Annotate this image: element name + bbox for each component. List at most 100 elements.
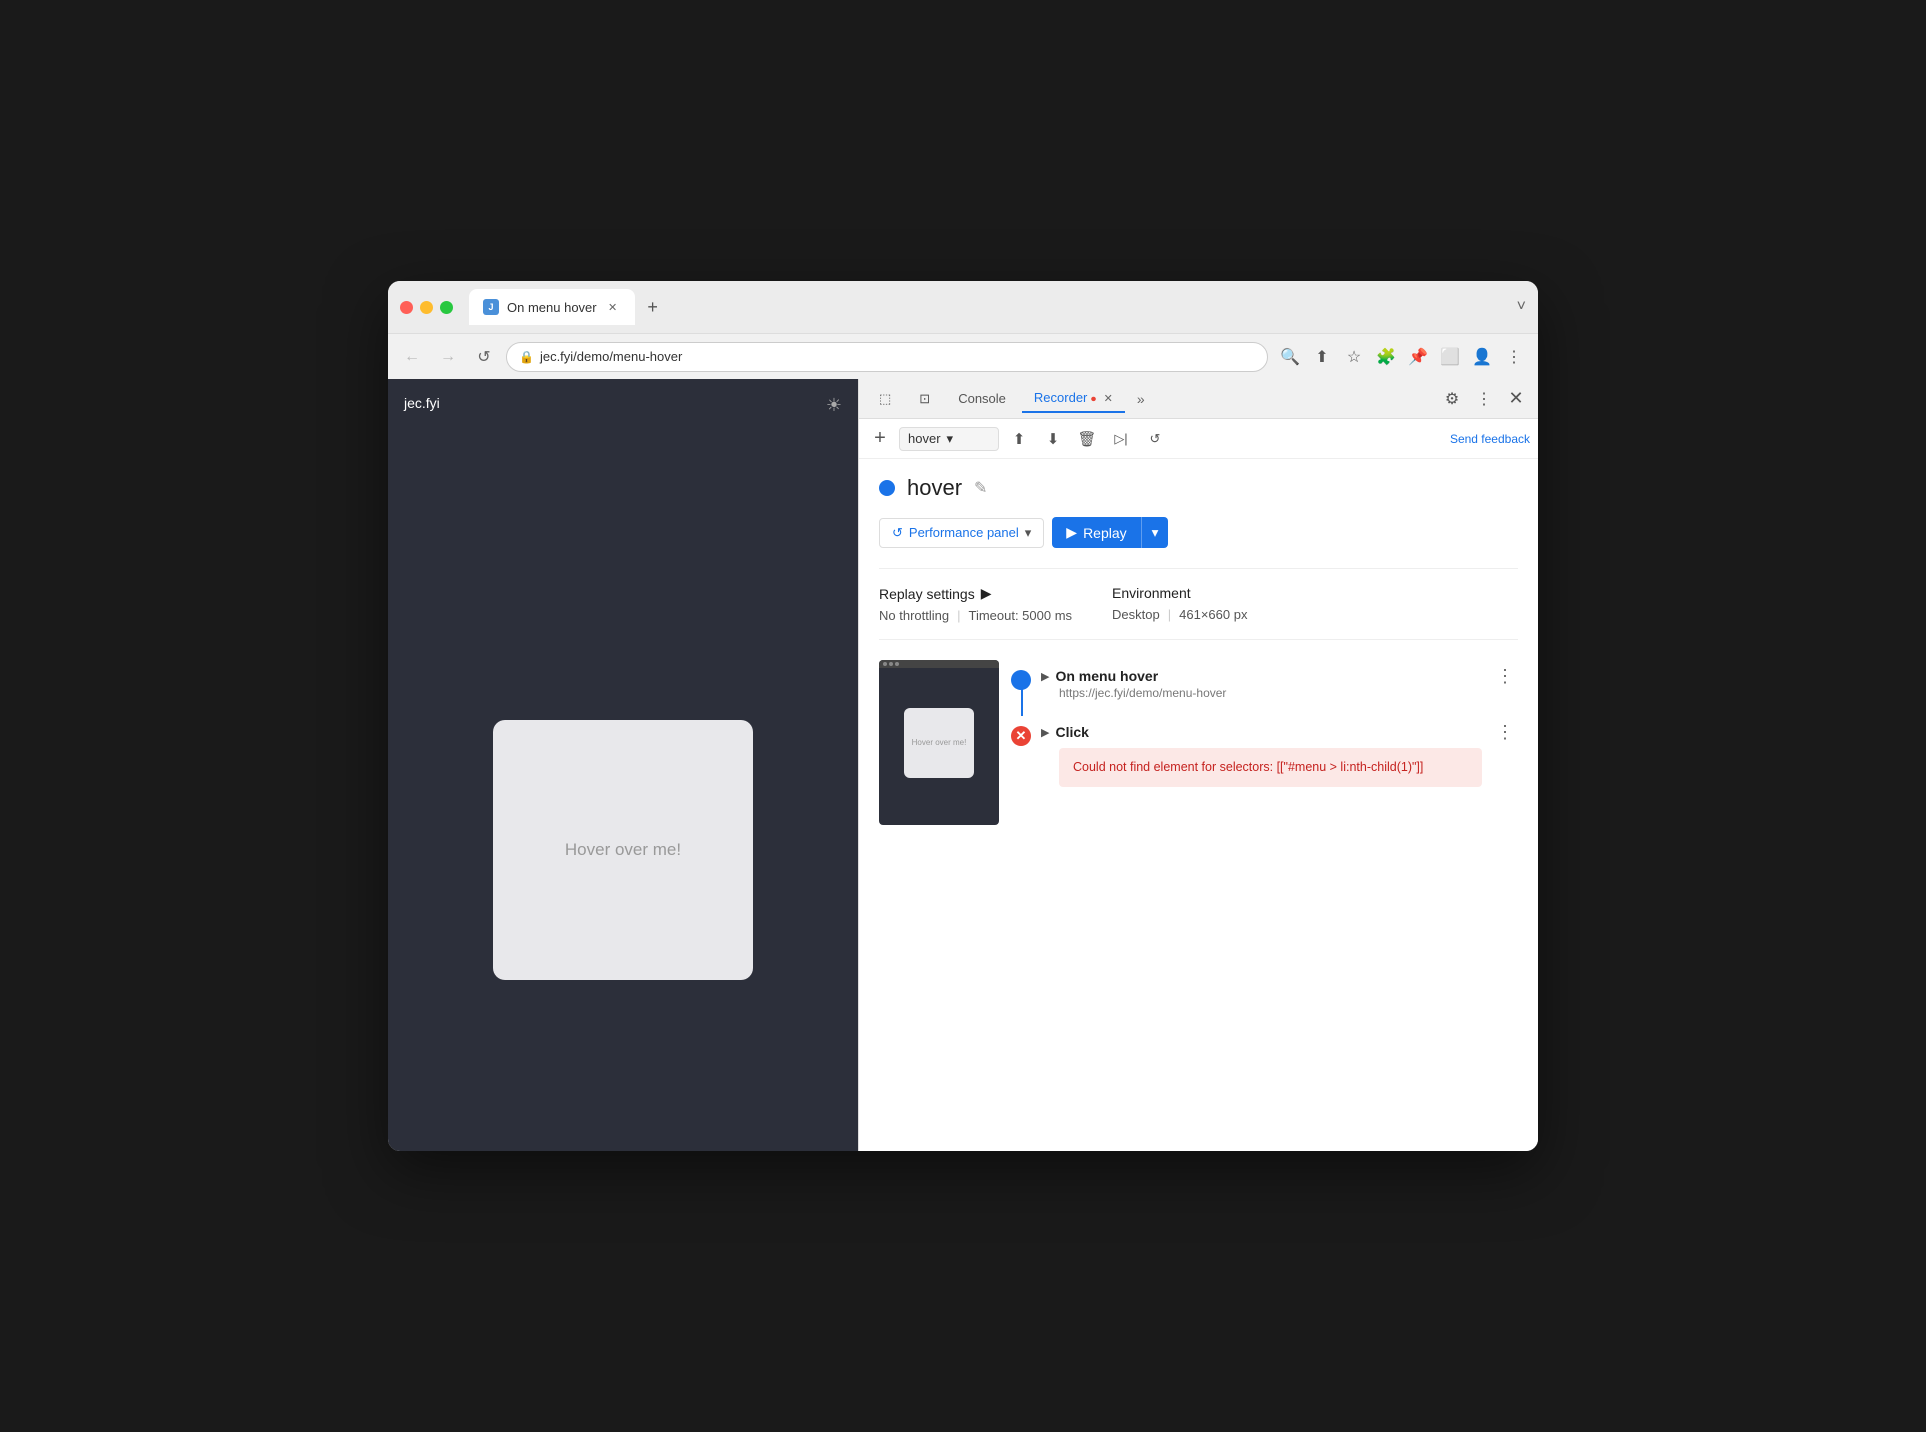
bookmark-icon[interactable]: ☆ — [1340, 343, 1368, 371]
devtools-settings-button[interactable]: ⚙ — [1438, 385, 1466, 413]
add-recording-button[interactable]: + — [867, 426, 893, 452]
step-title-click: Click — [1055, 724, 1088, 740]
recording-title: hover — [907, 475, 962, 501]
env-divider: | — [1168, 607, 1171, 622]
devtools-close-button[interactable]: ✕ — [1502, 385, 1530, 413]
minimize-traffic-light[interactable] — [420, 301, 433, 314]
step-error-box: Could not find element for selectors: [[… — [1059, 748, 1482, 787]
step-expand-arrow-click[interactable]: ▶ — [1041, 726, 1049, 739]
replay-play-icon: ▶ — [1066, 524, 1077, 541]
tab-close-button[interactable]: ✕ — [605, 299, 621, 315]
preview-dot-3 — [895, 662, 899, 666]
perf-dropdown-arrow: ▾ — [1025, 525, 1032, 541]
recording-header: hover ✎ — [879, 475, 1518, 501]
devtools-more-tabs[interactable]: » — [1129, 387, 1153, 411]
browser-window: J On menu hover ✕ + ˅ ← → ↺ 🔒 jec.fyi/de… — [388, 281, 1538, 1151]
step-info-navigate: ▶ On menu hover https://jec.fyi/demo/men… — [1041, 668, 1482, 700]
throttling-value: No throttling — [879, 608, 949, 623]
replay-settings-arrow: ▶ — [981, 585, 992, 602]
replay-settings-values: No throttling | Timeout: 5000 ms — [879, 608, 1072, 623]
hover-box-text: Hover over me! — [565, 840, 681, 860]
step-preview: Hover over me! — [879, 660, 999, 825]
replay-all-button[interactable]: ↺ — [1141, 425, 1169, 453]
address-field[interactable]: 🔒 jec.fyi/demo/menu-hover — [506, 342, 1268, 372]
close-traffic-light[interactable] — [400, 301, 413, 314]
step-subtitle-navigate: https://jec.fyi/demo/menu-hover — [1059, 686, 1482, 700]
recorder-content: hover ✎ ↺ Performance panel ▾ ▶ Replay — [859, 459, 1538, 1151]
download-recording-button[interactable]: ⬇ — [1039, 425, 1067, 453]
back-button[interactable]: ← — [398, 343, 426, 371]
recorder-close-icon[interactable]: ✕ — [1104, 393, 1113, 405]
resolution-value: 461×660 px — [1179, 607, 1247, 622]
hover-box[interactable]: Hover over me! — [493, 720, 753, 980]
send-feedback-link[interactable]: Send feedback — [1450, 432, 1530, 446]
more-icon[interactable]: ⋮ — [1500, 343, 1528, 371]
edit-title-icon[interactable]: ✎ — [974, 478, 987, 498]
browser-toolbar-icons: 🔍 ⬆ ☆ 🧩 📌 ⬜ 👤 ⋮ — [1276, 343, 1528, 371]
perf-label: Performance panel — [909, 525, 1019, 540]
devtools-element-picker[interactable]: ⬚ — [867, 385, 903, 413]
step-title-navigate: On menu hover — [1055, 668, 1158, 684]
dropdown-arrow-icon: ▾ — [947, 431, 954, 447]
devtools-responsive-icon[interactable]: ⊡ — [907, 385, 942, 413]
step-indicator-navigate — [1011, 670, 1031, 690]
tab-console[interactable]: Console — [946, 385, 1018, 412]
replay-settings-label[interactable]: Replay settings ▶ — [879, 585, 1072, 602]
performance-panel-button[interactable]: ↺ Performance panel ▾ — [879, 518, 1044, 548]
step-connector — [1021, 688, 1023, 716]
pin-icon[interactable]: 📌 — [1404, 343, 1432, 371]
extensions-icon[interactable]: 🧩 — [1372, 343, 1400, 371]
address-bar-row: ← → ↺ 🔒 jec.fyi/demo/menu-hover 🔍 ⬆ ☆ 🧩 … — [388, 333, 1538, 379]
step-more-button-click[interactable]: ⋮ — [1492, 722, 1518, 743]
upload-recording-button[interactable]: ⬆ — [1005, 425, 1033, 453]
tab-recorder[interactable]: Recorder ⏺ ✕ — [1022, 384, 1125, 413]
step-list: Hover over me! ▶ On menu hove — [879, 660, 1518, 825]
recorder-toolbar: + hover ▾ ⬆ ⬇ 🗑 ▷| ↺ Send feedback — [859, 419, 1538, 459]
webpage-area: jec.fyi ☀ Hover over me! — [388, 379, 858, 1151]
window-icon[interactable]: ⬜ — [1436, 343, 1464, 371]
address-text: jec.fyi/demo/menu-hover — [540, 349, 682, 364]
steps-column: ▶ On menu hover https://jec.fyi/demo/men… — [1011, 660, 1518, 825]
step-more-button-navigate[interactable]: ⋮ — [1492, 666, 1518, 687]
main-area: jec.fyi ☀ Hover over me! ⬚ ⊡ Console Rec… — [388, 379, 1538, 1151]
recording-selector[interactable]: hover ▾ — [899, 427, 999, 451]
step-by-step-button[interactable]: ▷| — [1107, 425, 1135, 453]
tab-favicon: J — [483, 299, 499, 315]
search-icon[interactable]: 🔍 — [1276, 343, 1304, 371]
lock-icon: 🔒 — [519, 350, 534, 364]
new-tab-button[interactable]: + — [639, 293, 667, 321]
delete-recording-button[interactable]: 🗑 — [1073, 425, 1101, 453]
theme-toggle-icon[interactable]: ☀ — [826, 395, 842, 416]
browser-tab[interactable]: J On menu hover ✕ — [469, 289, 635, 325]
profile-icon[interactable]: 👤 — [1468, 343, 1496, 371]
replay-label: Replay — [1083, 525, 1127, 541]
perf-icon: ↺ — [892, 525, 903, 541]
table-row: ▶ On menu hover https://jec.fyi/demo/men… — [1011, 660, 1518, 708]
tab-title: On menu hover — [507, 300, 597, 315]
preview-browser-bar — [879, 660, 999, 668]
tab-bar: J On menu hover ✕ + ˅ — [469, 289, 1526, 325]
step-title-row-click: ▶ Click — [1041, 724, 1482, 740]
devtools-more-button[interactable]: ⋮ — [1470, 385, 1498, 413]
webpage-logo: jec.fyi — [404, 395, 842, 411]
maximize-traffic-light[interactable] — [440, 301, 453, 314]
traffic-lights — [400, 301, 453, 314]
devtools-panel: ⬚ ⊡ Console Recorder ⏺ ✕ » ⚙ ⋮ ✕ + hover — [858, 379, 1538, 1151]
desktop-value: Desktop — [1112, 607, 1160, 622]
table-row: ✕ ▶ Click Could not find element for sel… — [1011, 716, 1518, 795]
refresh-button[interactable]: ↺ — [470, 343, 498, 371]
preview-dot-1 — [883, 662, 887, 666]
environment-values: Desktop | 461×660 px — [1112, 607, 1247, 622]
preview-dot-2 — [889, 662, 893, 666]
actions-row: ↺ Performance panel ▾ ▶ Replay ▾ — [879, 517, 1518, 548]
environment-label: Environment — [1112, 585, 1247, 601]
replay-button[interactable]: ▶ Replay — [1052, 517, 1140, 548]
forward-button[interactable]: → — [434, 343, 462, 371]
replay-settings-col: Replay settings ▶ No throttling | Timeou… — [879, 585, 1072, 623]
tab-list-expand[interactable]: ˅ — [1517, 298, 1526, 316]
replay-button-group: ▶ Replay ▾ — [1052, 517, 1168, 548]
share-icon[interactable]: ⬆ — [1308, 343, 1336, 371]
settings-divider: | — [957, 608, 960, 623]
replay-dropdown-button[interactable]: ▾ — [1141, 517, 1169, 548]
step-expand-arrow-navigate[interactable]: ▶ — [1041, 670, 1049, 683]
